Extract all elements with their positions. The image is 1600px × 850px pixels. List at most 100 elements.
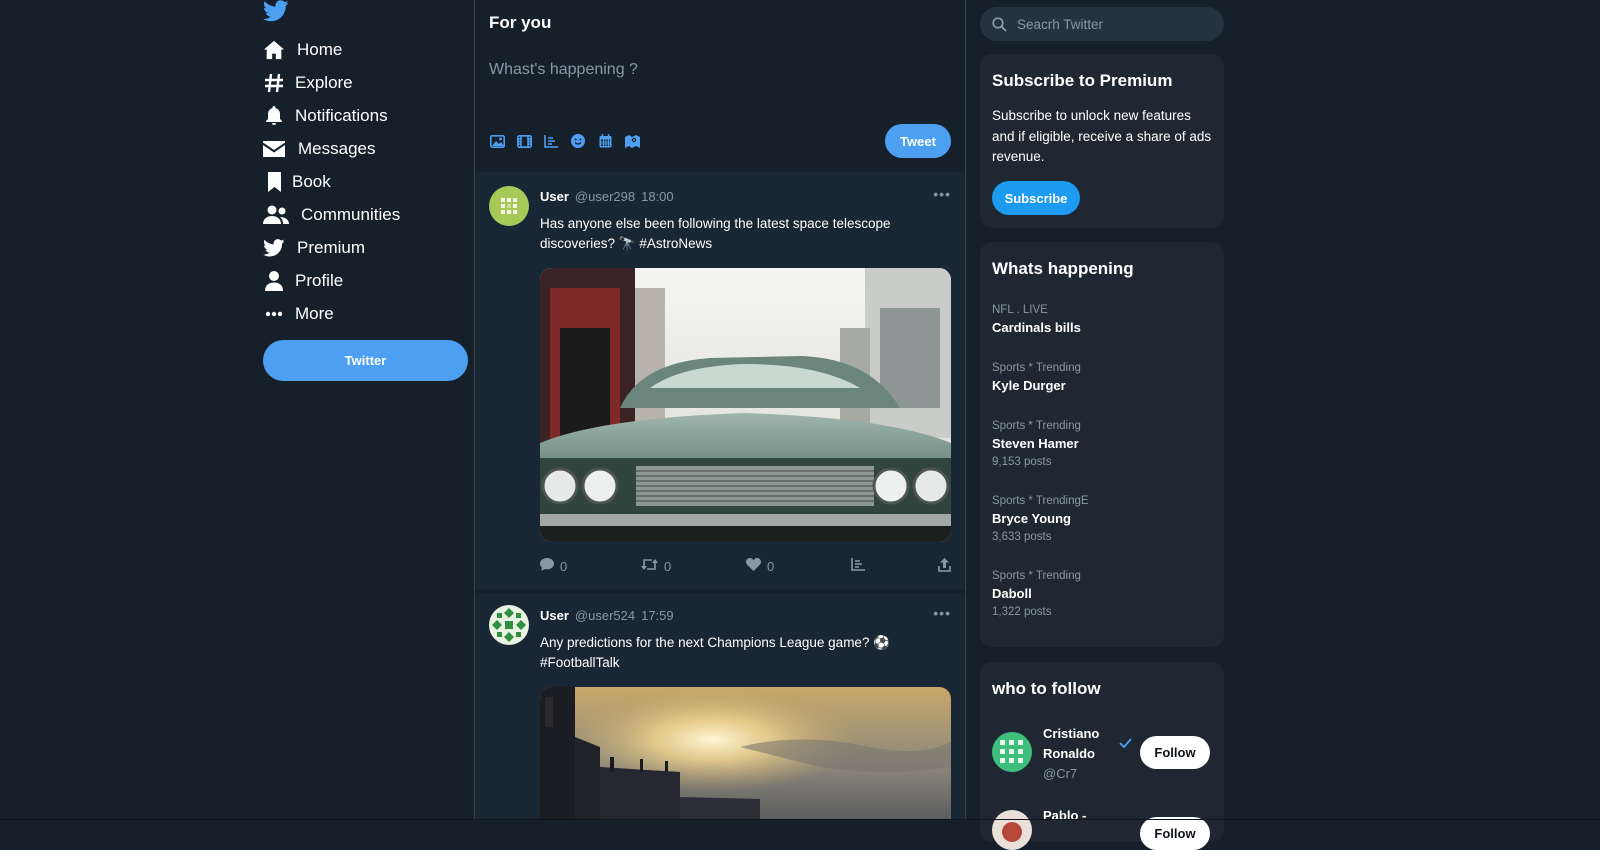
trend-name: Daboll bbox=[992, 586, 1032, 601]
sidebar-item-more[interactable]: More bbox=[263, 299, 334, 329]
trend-name: Steven Hamer bbox=[992, 436, 1079, 451]
tweet-author-name[interactable]: User bbox=[540, 189, 569, 204]
retweet-button[interactable]: 0 bbox=[641, 558, 671, 574]
trends-title: Whats happening bbox=[992, 259, 1134, 278]
users-icon bbox=[263, 204, 289, 226]
twitter-bird-icon bbox=[263, 237, 285, 259]
tweet-image[interactable] bbox=[540, 687, 951, 820]
more-options-icon[interactable]: ••• bbox=[933, 605, 951, 621]
tweet-author-handle[interactable]: @user298 bbox=[575, 189, 635, 204]
sidebar-item-communities[interactable]: Communities bbox=[263, 200, 400, 230]
search-bar[interactable] bbox=[980, 7, 1224, 41]
sidebar-item-label: Home bbox=[297, 40, 343, 59]
trend-name: Bryce Young bbox=[992, 511, 1071, 526]
trend-item[interactable]: Sports * Trending Kyle Durger bbox=[992, 362, 1212, 393]
hashtag-icon bbox=[263, 72, 285, 94]
trend-post-count: 3,633 posts bbox=[992, 531, 1052, 543]
tweet-card[interactable]: User @user298 18:00 ••• Has anyone else … bbox=[475, 172, 965, 590]
trend-item[interactable]: Sports * Trending Daboll 1,322 posts bbox=[992, 570, 1212, 618]
share-icon bbox=[938, 558, 951, 575]
tweet-button[interactable]: Tweet bbox=[885, 124, 951, 158]
sidebar-item-explore[interactable]: Explore bbox=[263, 68, 353, 98]
trend-category: Sports * TrendingE bbox=[992, 495, 1089, 507]
tweet-header: User @user298 18:00 bbox=[540, 189, 674, 204]
image-icon[interactable] bbox=[489, 133, 505, 149]
search-icon bbox=[992, 16, 1007, 32]
bell-icon bbox=[263, 105, 285, 127]
sidebar-item-home[interactable]: Home bbox=[263, 35, 342, 65]
trend-post-count: 9,153 posts bbox=[992, 456, 1052, 468]
home-icon bbox=[263, 39, 285, 61]
sidebar-item-label: Communities bbox=[301, 205, 401, 224]
premium-card: Subscribe to Premium Subscribe to unlock… bbox=[980, 54, 1224, 228]
sidebar-item-label: More bbox=[295, 304, 334, 323]
verified-check-icon bbox=[1119, 735, 1132, 753]
tweet-text: Any predictions for the next Champions L… bbox=[540, 635, 891, 670]
heart-icon bbox=[746, 557, 761, 574]
sidebar-item-profile[interactable]: Profile bbox=[263, 266, 343, 296]
avatar[interactable] bbox=[489, 186, 529, 226]
premium-title: Subscribe to Premium bbox=[992, 71, 1173, 90]
sidebar-item-book[interactable]: Book bbox=[263, 167, 331, 197]
analytics-button[interactable] bbox=[851, 558, 865, 574]
avatar[interactable] bbox=[992, 810, 1032, 850]
tweet-image[interactable] bbox=[540, 268, 951, 542]
trend-name: Cardinals bills bbox=[992, 320, 1081, 335]
tweet-card[interactable]: User @user524 17:59 ••• Any predictions … bbox=[475, 593, 965, 820]
follow-button[interactable]: Follow bbox=[1140, 736, 1210, 769]
comment-icon bbox=[540, 558, 554, 574]
trend-category: Sports * Trending bbox=[992, 570, 1081, 582]
tweet-text: Has anyone else been following the lates… bbox=[540, 216, 891, 251]
feed-column: For you Whast's happening ? Tweet User @… bbox=[474, 0, 966, 820]
sidebar-item-label: Explore bbox=[295, 73, 353, 92]
share-button[interactable] bbox=[938, 558, 951, 575]
user-icon bbox=[263, 270, 285, 292]
trends-card: Whats happening NFL . LIVE Cardinals bil… bbox=[980, 242, 1224, 647]
avatar[interactable] bbox=[992, 732, 1032, 772]
compose-input[interactable]: Whast's happening ? bbox=[489, 61, 638, 79]
analytics-chart-icon bbox=[851, 558, 865, 574]
location-map-icon[interactable] bbox=[624, 133, 640, 149]
follow-button[interactable]: Follow bbox=[1140, 817, 1210, 850]
twitter-logo-icon[interactable] bbox=[262, 0, 289, 24]
who-to-follow-card: who to follow Cristiano Ronaldo @Cr7 Fol… bbox=[980, 662, 1224, 850]
trend-item[interactable]: Sports * TrendingE Bryce Young 3,633 pos… bbox=[992, 495, 1212, 543]
tweet-header: User @user524 17:59 bbox=[540, 608, 674, 623]
more-dots-icon bbox=[263, 303, 285, 325]
tweet-author-handle[interactable]: @user524 bbox=[575, 608, 635, 623]
twitter-post-button[interactable]: Twitter bbox=[263, 340, 468, 381]
compose-box: For you Whast's happening ? Tweet bbox=[475, 0, 965, 172]
sidebar-item-premium[interactable]: Premium bbox=[263, 233, 365, 263]
reply-button[interactable]: 0 bbox=[540, 558, 567, 574]
like-count: 0 bbox=[767, 558, 775, 574]
emoji-icon[interactable] bbox=[570, 133, 586, 149]
poll-chart-icon[interactable] bbox=[543, 133, 559, 149]
more-options-icon[interactable]: ••• bbox=[933, 186, 951, 202]
trend-category: Sports * Trending bbox=[992, 362, 1081, 374]
sidebar-item-label: Book bbox=[292, 172, 331, 191]
reply-count: 0 bbox=[560, 558, 568, 574]
follow-user-handle[interactable]: @Cr7 bbox=[1043, 766, 1077, 781]
trend-category: NFL . LIVE bbox=[992, 304, 1048, 316]
trend-category: Sports * Trending bbox=[992, 420, 1081, 432]
follow-user-name[interactable]: Cristiano Ronaldo bbox=[1043, 724, 1105, 764]
retweet-icon bbox=[641, 558, 658, 574]
avatar[interactable] bbox=[489, 605, 529, 645]
tweet-actions: 0 0 0 bbox=[540, 557, 951, 576]
calendar-icon[interactable] bbox=[597, 133, 613, 149]
premium-description: Subscribe to unlock new features and if … bbox=[992, 108, 1212, 164]
sidebar-item-messages[interactable]: Messages bbox=[263, 134, 375, 164]
subscribe-button[interactable]: Subscribe bbox=[992, 181, 1080, 215]
gif-film-icon[interactable] bbox=[516, 133, 532, 149]
trend-item[interactable]: NFL . LIVE Cardinals bills bbox=[992, 304, 1212, 335]
sidebar-item-label: Premium bbox=[297, 238, 366, 257]
search-input[interactable] bbox=[1015, 15, 1209, 33]
trend-post-count: 1,322 posts bbox=[992, 606, 1052, 618]
trend-item[interactable]: Sports * Trending Steven Hamer 9,153 pos… bbox=[992, 420, 1212, 468]
like-button[interactable]: 0 bbox=[746, 557, 775, 574]
envelope-icon bbox=[263, 138, 285, 160]
sidebar-item-label: Notifications bbox=[295, 106, 388, 125]
sidebar-item-label: Profile bbox=[295, 271, 344, 290]
sidebar-item-notifications[interactable]: Notifications bbox=[263, 101, 388, 131]
tweet-author-name[interactable]: User bbox=[540, 608, 569, 623]
